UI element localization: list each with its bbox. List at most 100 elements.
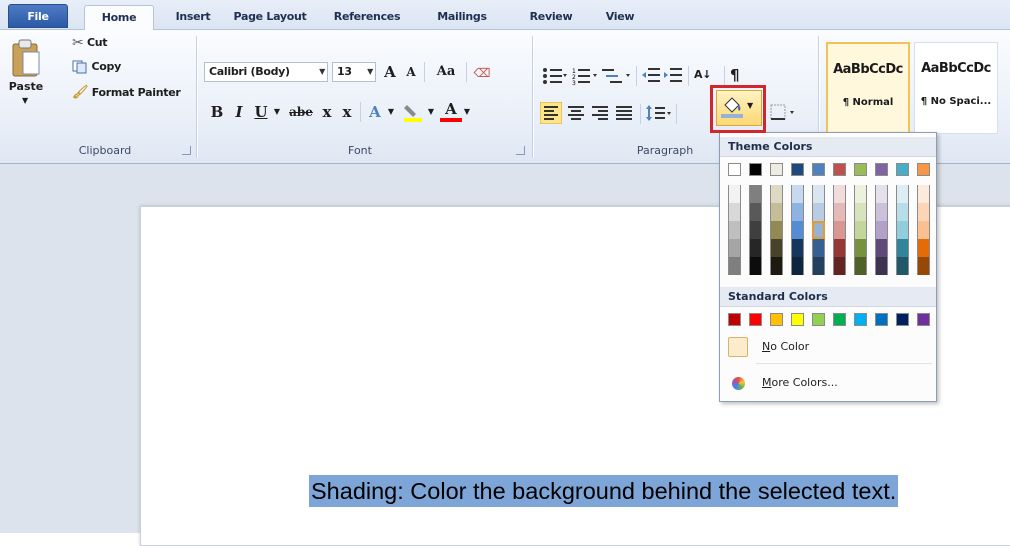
theme-shade-swatch[interactable]: [812, 203, 825, 221]
standard-color-swatch[interactable]: [896, 313, 909, 326]
theme-shade-swatch[interactable]: [875, 203, 888, 221]
numbering-icon[interactable]: 1 2 3: [572, 66, 598, 86]
theme-shade-swatch[interactable]: [917, 257, 930, 275]
theme-color-swatch[interactable]: [896, 163, 909, 176]
theme-shade-swatch[interactable]: [917, 239, 930, 257]
cut-button[interactable]: ✂ Cut: [72, 32, 108, 54]
theme-shade-swatch[interactable]: [833, 185, 846, 203]
clear-formatting-button[interactable]: ⌫: [470, 60, 494, 84]
theme-color-swatch[interactable]: [728, 163, 741, 176]
theme-shade-swatch[interactable]: [749, 257, 762, 275]
standard-color-swatch[interactable]: [875, 313, 888, 326]
decrease-indent-icon[interactable]: [642, 66, 662, 86]
theme-color-swatch[interactable]: [833, 163, 846, 176]
paste-button[interactable]: Paste ▼: [8, 36, 44, 126]
standard-color-swatch[interactable]: [812, 313, 825, 326]
theme-shade-swatch[interactable]: [749, 185, 762, 203]
theme-color-swatch[interactable]: [791, 163, 804, 176]
line-spacing-icon[interactable]: [646, 103, 672, 123]
chevron-down-icon[interactable]: ▼: [462, 100, 472, 124]
font-size-combo[interactable]: 13 ▼: [332, 62, 376, 82]
theme-color-swatch[interactable]: [812, 163, 825, 176]
style-normal[interactable]: AaBbCcDc ¶ Normal: [826, 42, 910, 134]
theme-shade-swatch[interactable]: [875, 185, 888, 203]
theme-shade-swatch[interactable]: [791, 257, 804, 275]
tab-home[interactable]: Home: [84, 5, 154, 31]
theme-shade-swatch[interactable]: [791, 239, 804, 257]
theme-shade-swatch[interactable]: [854, 239, 867, 257]
theme-shade-swatch[interactable]: [749, 203, 762, 221]
chevron-down-icon[interactable]: ▼: [272, 100, 282, 124]
theme-shade-swatch[interactable]: [917, 185, 930, 203]
copy-button[interactable]: Copy: [72, 56, 121, 78]
theme-shade-swatch[interactable]: [749, 221, 762, 239]
theme-shade-swatch[interactable]: [728, 257, 741, 275]
theme-shade-swatch[interactable]: [917, 221, 930, 239]
theme-shade-swatch[interactable]: [833, 257, 846, 275]
align-left-icon[interactable]: [540, 102, 562, 124]
subscript-button[interactable]: x: [318, 100, 336, 124]
show-formatting-button[interactable]: ¶: [730, 64, 740, 86]
theme-shade-swatch[interactable]: [854, 257, 867, 275]
theme-shade-swatch[interactable]: [812, 239, 825, 257]
font-name-combo[interactable]: Calibri (Body) ▼: [204, 62, 328, 82]
tab-insert[interactable]: Insert: [166, 5, 220, 30]
theme-shade-swatch[interactable]: [728, 221, 741, 239]
theme-color-swatch[interactable]: [875, 163, 888, 176]
theme-shade-swatch[interactable]: [728, 239, 741, 257]
theme-shade-swatch[interactable]: [728, 185, 741, 203]
theme-shade-swatch[interactable]: [896, 239, 909, 257]
tab-file[interactable]: File: [8, 4, 68, 28]
standard-color-swatch[interactable]: [833, 313, 846, 326]
theme-shade-swatch[interactable]: [854, 221, 867, 239]
text-effects-button[interactable]: A: [364, 100, 386, 124]
theme-shade-swatch[interactable]: [770, 239, 783, 257]
theme-shade-swatch[interactable]: [875, 221, 888, 239]
theme-shade-swatch[interactable]: [812, 257, 825, 275]
standard-color-swatch[interactable]: [749, 313, 762, 326]
no-color-menu-item[interactable]: No Color: [724, 333, 932, 361]
multilevel-list-icon[interactable]: [602, 66, 632, 86]
font-launcher-icon[interactable]: [516, 146, 525, 155]
sort-button[interactable]: A↓: [694, 64, 711, 86]
theme-shade-swatch[interactable]: [833, 221, 846, 239]
standard-color-swatch[interactable]: [791, 313, 804, 326]
tab-view[interactable]: View: [596, 5, 644, 30]
theme-shade-swatch[interactable]: [770, 257, 783, 275]
theme-shade-swatch[interactable]: [854, 203, 867, 221]
tab-mailings[interactable]: Mailings: [424, 5, 500, 30]
format-painter-button[interactable]: 🖌 Format Painter: [72, 82, 181, 104]
theme-shade-swatch[interactable]: [812, 185, 825, 203]
theme-shade-swatch[interactable]: [812, 221, 825, 239]
theme-shade-swatch[interactable]: [833, 203, 846, 221]
theme-shade-swatch[interactable]: [896, 257, 909, 275]
style-no-spacing[interactable]: AaBbCcDc ¶ No Spaci...: [914, 42, 998, 134]
standard-color-swatch[interactable]: [854, 313, 867, 326]
theme-shade-swatch[interactable]: [896, 203, 909, 221]
theme-shade-swatch[interactable]: [770, 185, 783, 203]
superscript-button[interactable]: x: [338, 100, 356, 124]
increase-indent-icon[interactable]: [664, 66, 684, 86]
bullets-icon[interactable]: [542, 66, 568, 86]
more-colors-menu-item[interactable]: More Colors...: [724, 369, 932, 397]
bold-button[interactable]: B: [208, 100, 226, 124]
theme-shade-swatch[interactable]: [875, 257, 888, 275]
standard-color-swatch[interactable]: [728, 313, 741, 326]
shrink-font-button[interactable]: A: [402, 60, 420, 84]
theme-shade-swatch[interactable]: [791, 203, 804, 221]
theme-shade-swatch[interactable]: [875, 239, 888, 257]
tab-page-layout[interactable]: Page Layout: [228, 5, 312, 30]
clipboard-launcher-icon[interactable]: [182, 146, 191, 155]
standard-color-swatch[interactable]: [917, 313, 930, 326]
theme-shade-swatch[interactable]: [770, 203, 783, 221]
theme-shade-swatch[interactable]: [854, 185, 867, 203]
theme-color-swatch[interactable]: [770, 163, 783, 176]
theme-shade-swatch[interactable]: [833, 239, 846, 257]
italic-button[interactable]: I: [230, 100, 248, 124]
theme-color-swatch[interactable]: [917, 163, 930, 176]
standard-color-swatch[interactable]: [770, 313, 783, 326]
highlight-color-button[interactable]: [400, 100, 426, 124]
strikethrough-button[interactable]: abe: [286, 100, 316, 124]
underline-button[interactable]: U: [252, 100, 270, 124]
align-right-icon[interactable]: [590, 103, 610, 123]
